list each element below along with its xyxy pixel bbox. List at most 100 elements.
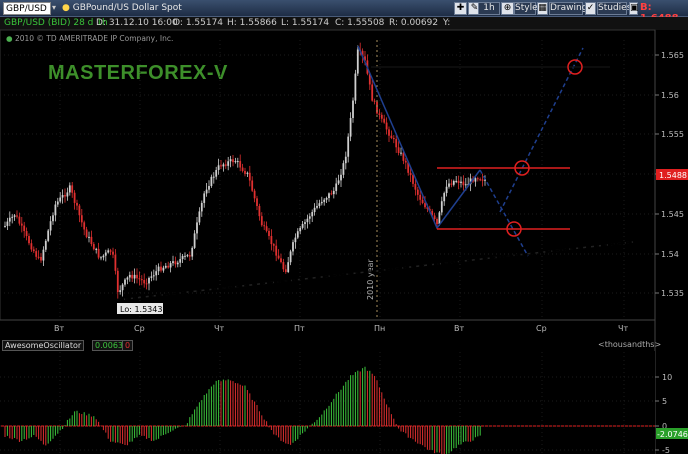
candle-body <box>131 274 134 279</box>
time-tick-label: Чт <box>618 324 628 333</box>
time-axis: Вт Ср Чт Пт Пн Вт Ср Чт <box>0 40 655 333</box>
osc-tick-label: 5 <box>662 397 667 406</box>
candle-body <box>229 159 232 162</box>
candle-body <box>464 184 467 186</box>
candle-body <box>438 212 441 225</box>
candle-body <box>222 164 225 167</box>
projection-down[interactable] <box>479 169 529 257</box>
candle-body <box>342 163 345 175</box>
candle-body <box>251 180 254 191</box>
time-tick-label: Пн <box>374 324 385 333</box>
candle-body <box>203 193 206 203</box>
candle-body <box>388 129 390 136</box>
candle-body <box>138 278 141 280</box>
candle-body <box>78 205 81 216</box>
candle-body <box>294 237 297 243</box>
candle-body <box>42 249 45 261</box>
candle-body <box>71 185 74 193</box>
candle-body <box>452 180 455 185</box>
candle-body <box>373 100 376 102</box>
price-tick-label: 1.54 <box>661 250 679 259</box>
candle-body <box>104 252 107 256</box>
candle-body <box>304 222 306 225</box>
candle-body <box>174 261 177 265</box>
candle-body <box>265 226 268 231</box>
candle-body <box>308 216 311 219</box>
candle-body <box>416 189 419 195</box>
candle-body <box>25 231 28 237</box>
candle-body <box>371 84 374 101</box>
candle-body <box>188 255 191 257</box>
candle-body <box>88 236 90 238</box>
candle-body <box>421 199 424 204</box>
candle-body <box>8 217 11 222</box>
candle-body <box>20 223 23 226</box>
oscillator-pane[interactable] <box>0 351 655 454</box>
candle-body <box>299 227 302 232</box>
price-tick-label: 1.535 <box>661 289 684 298</box>
candle-body <box>90 236 93 245</box>
candle-body <box>232 159 234 163</box>
candle-body <box>196 222 198 234</box>
candle-body <box>126 277 129 280</box>
candle-body <box>325 198 328 200</box>
candle-body <box>11 216 14 218</box>
candle-body <box>378 113 381 115</box>
candle-body <box>433 215 436 220</box>
time-tick-label: Вт <box>54 324 64 333</box>
candle-body <box>258 205 261 217</box>
candle-body <box>462 181 465 186</box>
candle-body <box>296 231 299 238</box>
candle-body <box>474 178 477 182</box>
candle-body <box>157 266 160 272</box>
price-chart[interactable]: 1.5651.561.5551.551.5451.541.535 ВтСрЧтП… <box>0 0 688 454</box>
candle-body <box>419 194 422 200</box>
candle-body <box>162 267 165 271</box>
candle-body <box>155 271 158 276</box>
candle-body <box>248 172 251 181</box>
candle-body <box>280 258 282 263</box>
candle-body <box>107 250 110 253</box>
oscillator-unit: <thousandths> <box>598 340 662 349</box>
candle-body <box>397 147 400 153</box>
candle-body <box>448 183 450 187</box>
candle-body <box>164 265 167 268</box>
candle-body <box>37 256 40 258</box>
candle-body <box>121 284 124 291</box>
candle-body <box>301 224 304 228</box>
candle-body <box>54 204 57 216</box>
candle-body <box>83 222 86 230</box>
candle-body <box>52 215 54 222</box>
candle-body <box>102 255 105 258</box>
year-label: 2010 year <box>366 259 375 300</box>
candle-body <box>167 265 170 268</box>
candle-body <box>390 135 393 138</box>
candle-body <box>193 233 196 248</box>
candle-body <box>323 199 326 202</box>
candle-body <box>244 170 246 174</box>
candle-body <box>395 139 398 148</box>
candle-body <box>352 100 354 119</box>
price-tick-label: 1.56 <box>661 91 679 100</box>
oscillator-axis: 1050-5 <box>655 373 672 454</box>
candle-body <box>217 165 220 170</box>
candle-body <box>328 193 330 199</box>
candle-body <box>4 225 6 227</box>
candle-body <box>287 262 290 272</box>
candle-body <box>16 215 18 217</box>
candle-body <box>412 175 414 184</box>
candle-body <box>148 277 150 284</box>
candle-body <box>49 221 52 231</box>
candle-body <box>198 211 201 223</box>
candle-body <box>445 186 448 194</box>
osc-tick-label: -5 <box>662 446 670 454</box>
candle-body <box>179 259 182 263</box>
candle-body <box>119 290 122 293</box>
oscillator-name[interactable]: AwesomeOscillator <box>2 340 85 351</box>
candle-body <box>191 247 194 257</box>
trendline-down[interactable] <box>357 45 438 229</box>
candle-body <box>136 274 138 279</box>
candle-body <box>92 244 95 250</box>
candle-body <box>40 256 42 261</box>
candle-body <box>181 255 184 260</box>
